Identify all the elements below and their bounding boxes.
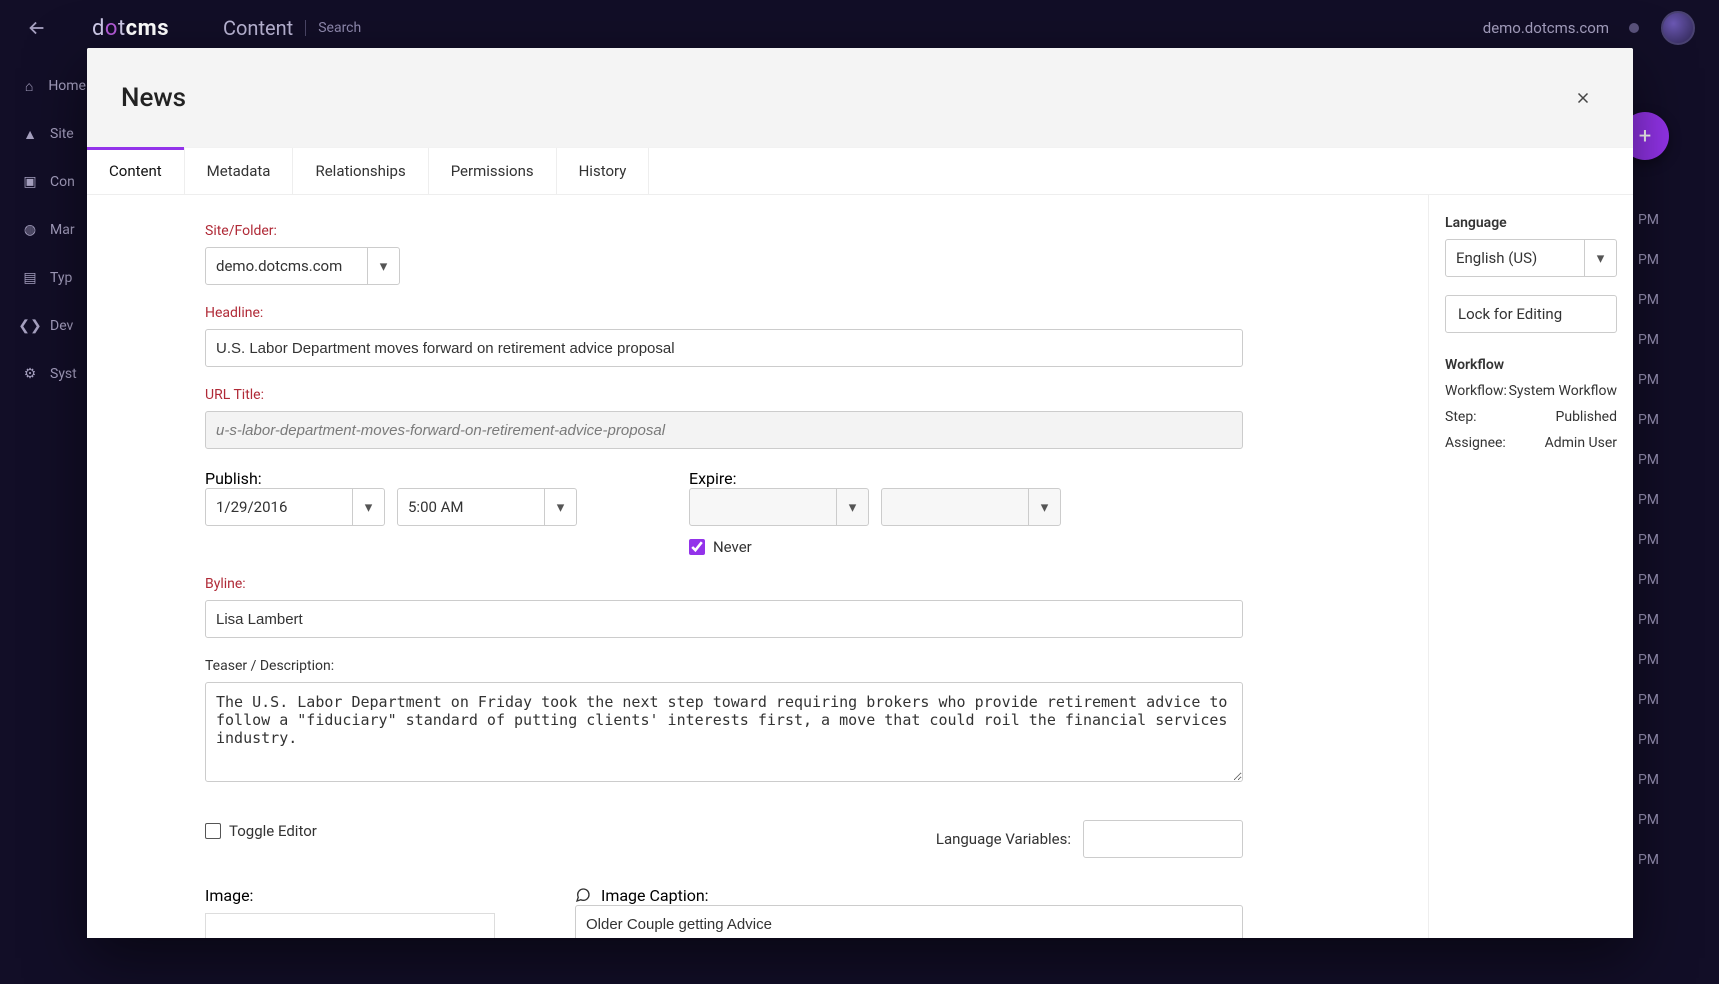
site-folder-label: Site/Folder:	[205, 223, 400, 239]
tab-relationships[interactable]: Relationships	[293, 148, 428, 194]
tab-content[interactable]: Content	[87, 148, 185, 194]
image-caption-label: Image Caption:	[575, 886, 1243, 905]
caption-icon	[575, 887, 591, 903]
never-label: Never	[713, 538, 752, 556]
sidebar-item-label: Typ	[50, 270, 72, 286]
language-value: English (US)	[1446, 249, 1584, 267]
workflow-row: Assignee:Admin User	[1445, 435, 1617, 451]
sidebar-item-label: Home	[48, 78, 86, 94]
sidebar-item-label: Mar	[50, 222, 75, 238]
lock-for-editing-button[interactable]: Lock for Editing	[1445, 295, 1617, 333]
back-arrow-icon[interactable]	[24, 15, 50, 41]
lang-vars-label: Language Variables:	[936, 830, 1071, 848]
sidebar-item-label: Syst	[50, 366, 77, 382]
language-select[interactable]: English (US) ▾	[1445, 239, 1617, 277]
user-avatar[interactable]	[1661, 11, 1695, 45]
tab-history[interactable]: History	[557, 148, 650, 194]
sidebar-item-marketing[interactable]: ◍ Mar	[0, 206, 86, 254]
expire-time-select[interactable]: ▾	[881, 488, 1061, 526]
chevron-down-icon: ▾	[352, 489, 384, 525]
current-site[interactable]: demo.dotcms.com	[1483, 19, 1609, 37]
workflow-row: Step:Published	[1445, 409, 1617, 425]
toggle-editor-label: Toggle Editor	[229, 822, 317, 840]
lang-vars-input[interactable]	[1083, 820, 1243, 858]
headline-input[interactable]	[205, 329, 1243, 367]
tab-metadata[interactable]: Metadata	[185, 148, 294, 194]
modal-tabs: Content Metadata Relationships Permissio…	[87, 148, 1633, 195]
teaser-textarea[interactable]	[205, 682, 1243, 782]
publish-time-select[interactable]: 5:00 AM ▾	[397, 488, 577, 526]
url-title-input[interactable]	[205, 411, 1243, 449]
workflow-row: Workflow:System Workflow	[1445, 383, 1617, 399]
byline-input[interactable]	[205, 600, 1243, 638]
code-icon: ❮❯	[22, 318, 38, 334]
sidebar-item-home[interactable]: ⌂ Home	[0, 62, 86, 110]
form-area: Site/Folder: demo.dotcms.com ▾ Headline:…	[87, 195, 1429, 938]
sitemap-icon: ▲	[22, 126, 38, 143]
publish-date-select[interactable]: 1/29/2016 ▾	[205, 488, 385, 526]
gear-icon: ⚙	[22, 366, 38, 382]
close-button[interactable]	[1567, 82, 1599, 114]
sidebar-item-label: Site	[50, 126, 74, 142]
modal-side-panel: Language English (US) ▾ Lock for Editing…	[1429, 195, 1633, 938]
site-folder-select[interactable]: demo.dotcms.com ▾	[205, 247, 400, 285]
language-label: Language	[1445, 215, 1617, 231]
sidebar-item-label: Con	[50, 174, 75, 190]
close-icon	[1574, 89, 1592, 107]
app-logo: dotcms	[92, 16, 169, 41]
image-caption-input[interactable]	[575, 905, 1243, 938]
expire-date-select[interactable]: ▾	[689, 488, 869, 526]
chevron-down-icon: ▾	[544, 489, 576, 525]
image-label: Image:	[205, 886, 495, 905]
url-title-label: URL Title:	[205, 387, 1243, 403]
workflow-header: Workflow	[1445, 357, 1617, 373]
folder-icon: ▣	[22, 174, 38, 190]
publish-date-value: 1/29/2016	[206, 498, 352, 516]
sidebar-item-label: Dev	[50, 318, 73, 334]
sidebar-item-dev[interactable]: ❮❯ Dev	[0, 302, 86, 350]
checkbox-icon	[205, 823, 221, 839]
plus-icon: +	[1639, 124, 1651, 149]
modal-header: News	[87, 48, 1633, 148]
chevron-down-icon: ▾	[1584, 240, 1616, 276]
expire-label: Expire:	[689, 469, 1061, 488]
section-title: Content	[223, 16, 293, 40]
file-icon: ▤	[22, 270, 38, 286]
never-checkbox[interactable]	[689, 539, 705, 555]
publish-label: Publish:	[205, 469, 585, 488]
chevron-down-icon: ▾	[367, 248, 399, 284]
app-sidebar: ⌂ Home ▲ Site ▣ Con ◍ Mar ▤ Typ ❮❯ Dev ⚙ Syst	[0, 56, 86, 984]
edit-content-modal: News Content Metadata Relationships Perm…	[87, 48, 1633, 938]
sidebar-item-content[interactable]: ▣ Con	[0, 158, 86, 206]
sidebar-item-system[interactable]: ⚙ Syst	[0, 350, 86, 398]
modal-title: News	[121, 83, 186, 113]
sidebar-item-site[interactable]: ▲ Site	[0, 110, 86, 158]
byline-label: Byline:	[205, 576, 1243, 592]
image-thumbnail[interactable]	[205, 913, 495, 938]
chevron-down-icon: ▾	[836, 489, 868, 525]
headline-label: Headline:	[205, 305, 1243, 321]
teaser-label: Teaser / Description:	[205, 658, 1243, 674]
sidebar-item-types[interactable]: ▤ Typ	[0, 254, 86, 302]
publish-time-value: 5:00 AM	[398, 498, 544, 516]
notifications-icon[interactable]	[1629, 23, 1639, 33]
globe-icon: ◍	[22, 222, 38, 238]
home-icon: ⌂	[22, 78, 36, 95]
section-subtitle: Search	[305, 20, 361, 36]
toggle-editor-check[interactable]: Toggle Editor	[205, 822, 317, 840]
site-folder-value: demo.dotcms.com	[206, 257, 367, 275]
chevron-down-icon: ▾	[1028, 489, 1060, 525]
tab-permissions[interactable]: Permissions	[429, 148, 557, 194]
